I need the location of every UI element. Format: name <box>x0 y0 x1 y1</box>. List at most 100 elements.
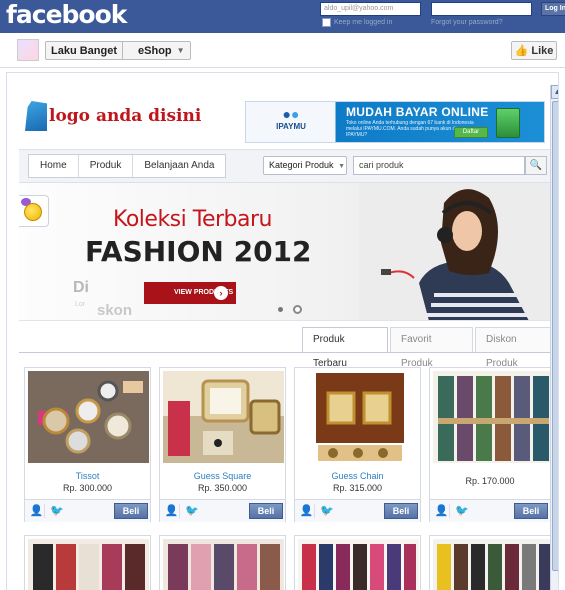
nav-belanjaan[interactable]: Belanjaan Anda <box>133 155 225 177</box>
product-card[interactable] <box>294 535 421 590</box>
product-actions: 👤 🐦 Beli <box>430 499 550 522</box>
app-title: Laku Banget <box>51 44 118 57</box>
product-card[interactable] <box>159 535 286 590</box>
like-button[interactable]: 👍 Like <box>511 41 557 60</box>
slide-dot-2[interactable] <box>293 305 302 314</box>
model-photo <box>359 183 550 320</box>
product-price: Rp. 300.000 <box>62 483 113 493</box>
login-button[interactable]: Log In <box>541 2 565 16</box>
thumbs-up-icon: 👍 <box>514 45 529 57</box>
twitter-icon[interactable]: 🐦 <box>184 504 200 518</box>
app-bar: Laku Banget eShop ▼ 👍 Like <box>0 33 565 68</box>
buy-button[interactable]: Beli <box>114 503 148 519</box>
store-logo[interactable]: logo anda disini <box>25 101 201 131</box>
product-image-watches <box>28 371 149 463</box>
banner-faded-text: Di <box>73 279 89 296</box>
product-card[interactable]: Guess Chain Rp. 315.000 👤 🐦 Beli <box>294 367 421 522</box>
product-actions: 👤 🐦 Beli <box>25 499 150 522</box>
keep-logged-in-checkbox[interactable] <box>322 18 331 27</box>
scrollbar[interactable]: ▲ <box>550 85 558 590</box>
product-image-clothes <box>28 539 149 590</box>
scroll-up-arrow-icon[interactable]: ▲ <box>551 85 558 99</box>
nav-produk[interactable]: Produk <box>79 155 134 177</box>
facebook-header: facebook aldo_upil@yahoo.com Log In Keep… <box>0 0 565 33</box>
twitter-icon[interactable]: 🐦 <box>319 504 335 518</box>
search-input[interactable]: cari produk <box>353 156 525 175</box>
shopping-bag-icon <box>25 101 47 131</box>
product-card[interactable]: Tissot Rp. 300.000 👤 🐦 Beli <box>24 367 151 522</box>
banner-faded-text-2: skon <box>97 302 133 319</box>
user-icon[interactable]: 👤 <box>29 504 45 518</box>
scrollbar-thumb[interactable] <box>552 101 558 571</box>
hero-banner[interactable]: Di Lor skon Koleksi Terbaru FASHION 2012… <box>19 183 550 321</box>
app-title-dropdown[interactable]: Laku Banget eShop ▼ <box>45 41 191 60</box>
smiley-icon <box>24 203 42 221</box>
product-image-watches <box>298 371 419 463</box>
chevron-down-icon: ▼ <box>176 46 185 55</box>
tab-favorit-produk[interactable]: Favorit Produk <box>389 327 473 369</box>
category-select-label: Kategori Produk <box>269 160 334 170</box>
ipaymu-dots-icon: ●● <box>282 106 300 122</box>
app-icon[interactable] <box>17 39 39 61</box>
user-icon[interactable]: 👤 <box>434 504 450 518</box>
product-name[interactable]: Guess Square <box>160 471 285 481</box>
buy-button[interactable]: Beli <box>384 503 418 519</box>
ad-headline: MUDAH BAYAR ONLINE <box>346 105 489 119</box>
banner-title: FASHION 2012 <box>85 235 312 268</box>
product-actions: 👤 🐦 Beli <box>160 499 285 522</box>
slide-dot-1[interactable] <box>278 307 283 312</box>
product-price: Rp. 170.000 <box>465 476 515 486</box>
tab-produk-terbaru[interactable]: Produk Terbaru <box>302 327 388 369</box>
ipaymu-ad-banner[interactable]: ●● IPAYMU MUDAH BAYAR ONLINE Toko online… <box>245 101 545 143</box>
user-icon[interactable]: 👤 <box>164 504 180 518</box>
user-icon[interactable]: 👤 <box>299 504 315 518</box>
product-price: Rp. 315.000 <box>332 483 383 493</box>
product-image-clothes <box>163 539 284 590</box>
product-image-dresses <box>433 371 554 463</box>
buy-button[interactable]: Beli <box>514 503 548 519</box>
product-card[interactable] <box>429 535 554 590</box>
email-field[interactable]: aldo_upil@yahoo.com <box>320 2 421 16</box>
product-tabs: Produk Terbaru Favorit Produk Diskon Pro… <box>302 327 558 369</box>
view-products-button[interactable]: VIEW PRODUCTS › <box>144 282 236 304</box>
twitter-icon[interactable]: 🐦 <box>454 504 470 518</box>
app-section: eShop <box>138 44 172 57</box>
product-card[interactable] <box>24 535 151 590</box>
store-navbar: Home Produk Belanjaan Anda Kategori Prod… <box>19 149 550 183</box>
product-card[interactable]: Guess Square Rp. 350.000 👤 🐦 Beli <box>159 367 286 522</box>
chevron-down-icon: ▼ <box>338 163 345 170</box>
store-logo-text: logo anda disini <box>49 106 202 126</box>
product-image-watches <box>163 371 284 463</box>
search-icon[interactable]: 🔍 <box>525 156 547 175</box>
ipaymu-brand: IPAYMU <box>276 122 306 131</box>
divider <box>122 42 133 59</box>
product-actions: 👤 🐦 Beli <box>295 499 420 522</box>
product-price: Rp. 350.000 <box>197 483 248 493</box>
nav-menu: Home Produk Belanjaan Anda <box>28 154 227 178</box>
forgot-password-link[interactable]: Forgot your password? <box>431 19 503 26</box>
keep-logged-in[interactable]: Keep me logged in <box>322 18 392 27</box>
category-select[interactable]: Kategori Produk ▼ <box>263 156 347 175</box>
facebook-logo[interactable]: facebook <box>6 0 127 29</box>
like-label: Like <box>531 44 554 57</box>
tab-diskon-produk[interactable]: Diskon Produk <box>475 327 558 369</box>
nav-home[interactable]: Home <box>29 155 79 177</box>
password-field[interactable] <box>431 2 532 16</box>
product-name[interactable]: Guess Chain <box>295 471 420 481</box>
keep-logged-in-label: Keep me logged in <box>334 19 393 26</box>
chat-widget[interactable] <box>19 195 49 227</box>
store-frame: logo anda disini ●● IPAYMU MUDAH BAYAR O… <box>6 72 559 590</box>
banner-headline: Koleksi Terbaru <box>113 207 272 232</box>
product-name[interactable]: Tissot <box>25 471 150 481</box>
product-image-clothes <box>298 539 419 590</box>
buy-button[interactable]: Beli <box>249 503 283 519</box>
tabs-divider <box>19 352 550 353</box>
arrow-right-icon: › <box>214 286 228 300</box>
twitter-icon[interactable]: 🐦 <box>49 504 65 518</box>
banner-faded-caption: Lor <box>75 301 86 308</box>
ipaymu-logo: ●● IPAYMU <box>256 106 326 131</box>
card-reader-icon <box>496 108 520 138</box>
product-image-clothes <box>433 539 554 590</box>
ad-register-button[interactable]: Daftar <box>454 127 488 138</box>
product-card[interactable]: Rp. 170.000 👤 🐦 Beli <box>429 367 554 522</box>
